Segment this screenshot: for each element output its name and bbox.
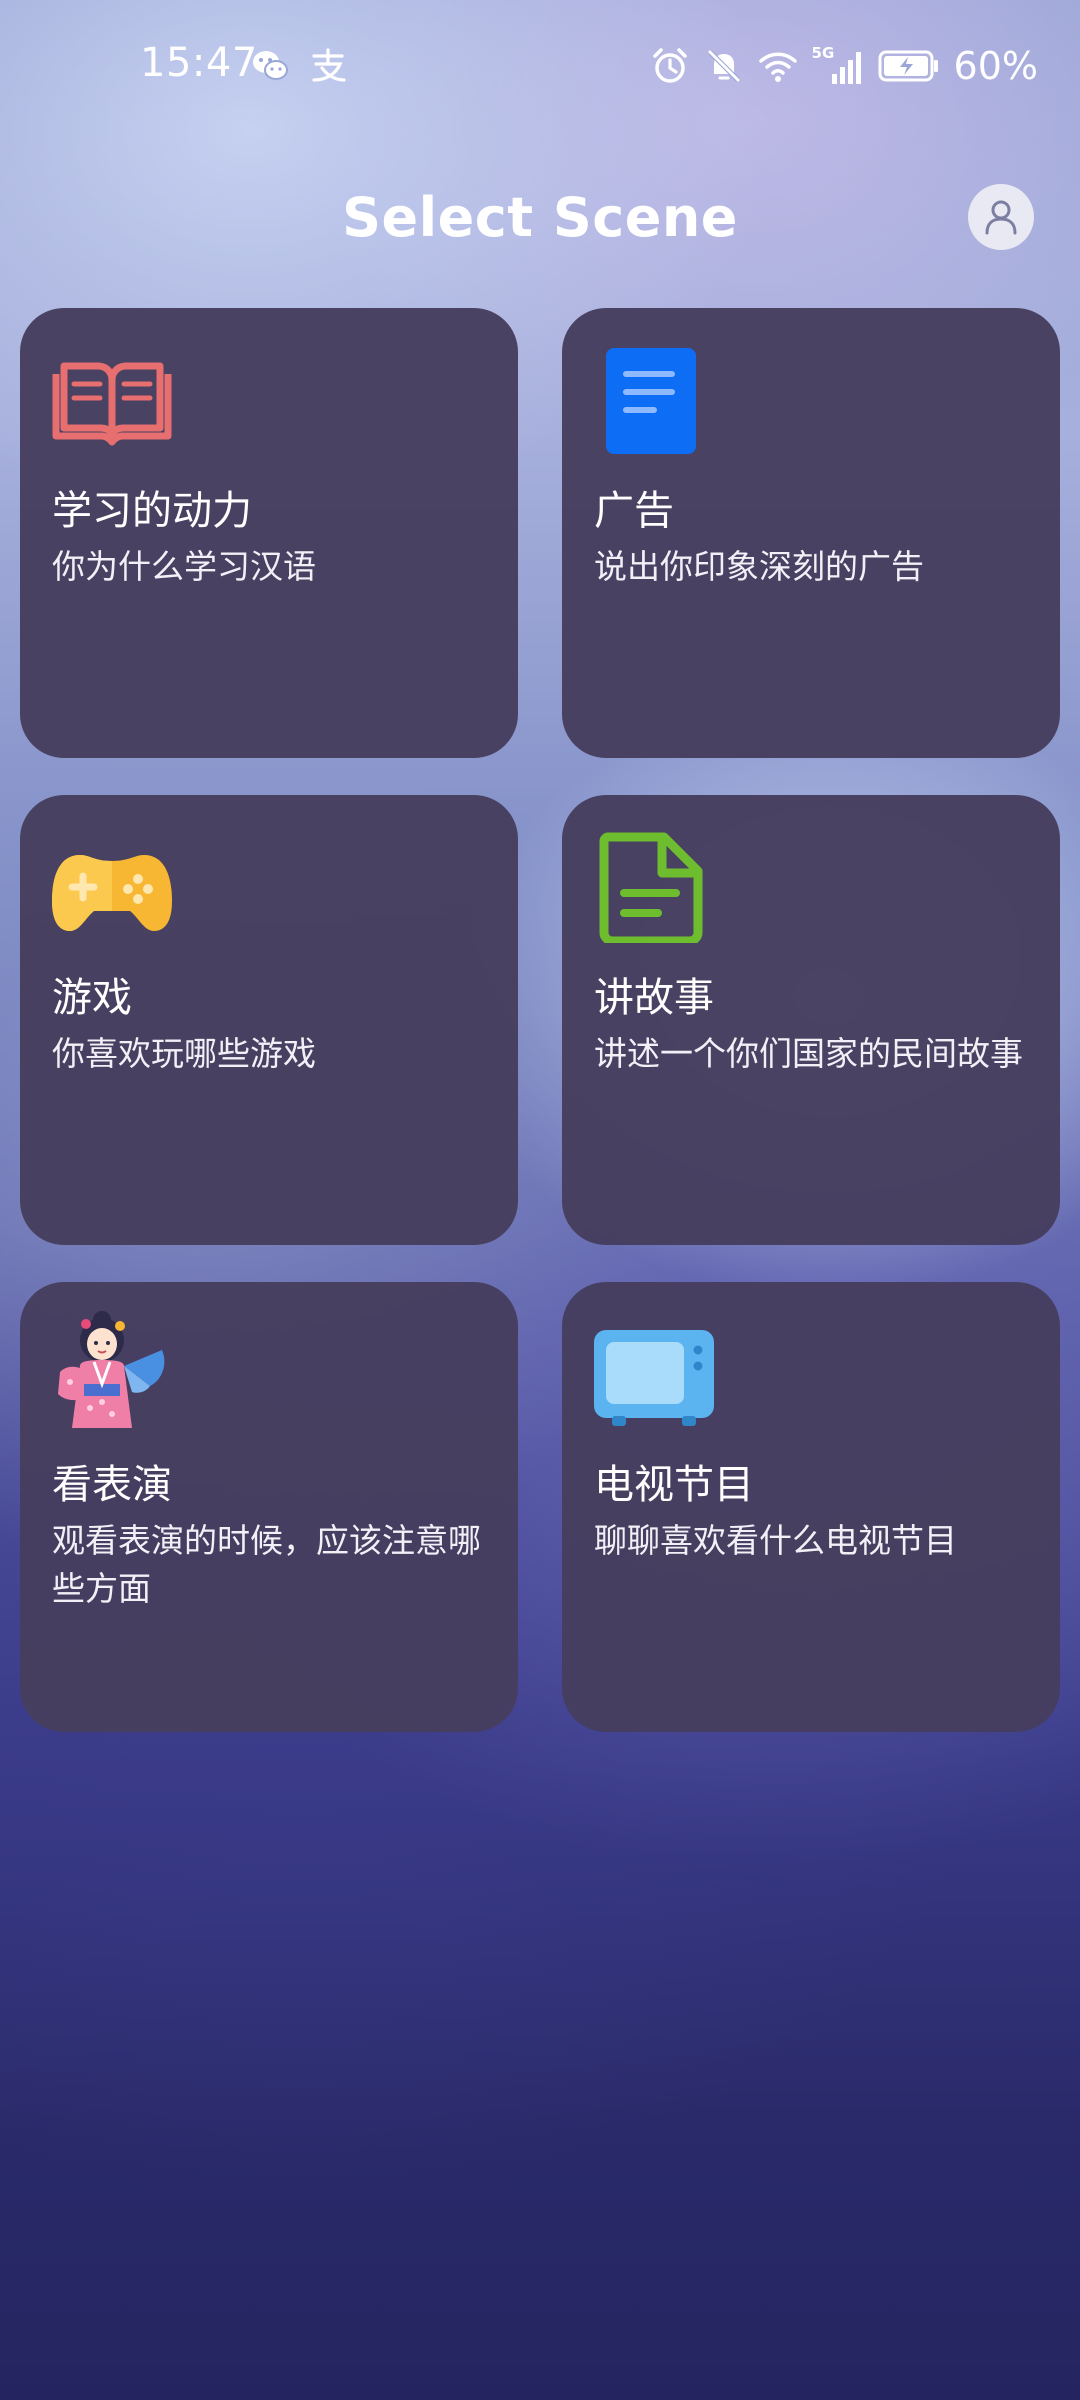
wechat-icon [250,46,290,86]
scene-title: 游戏 [52,975,132,1021]
status-time: 15:47 [140,40,258,86]
battery-charging-icon [878,48,940,84]
scene-title: 广告 [594,488,674,534]
alarm-icon [650,46,690,86]
user-icon [981,197,1021,237]
scene-card-performance[interactable]: 看表演 观看表演的时候，应该注意哪些方面 [20,1282,518,1732]
wifi-icon [758,46,798,86]
tv-icon [592,1318,716,1430]
kimono-performer-icon [50,1310,174,1434]
scene-card-storytelling[interactable]: 讲故事 讲述一个你们国家的民间故事 [562,795,1060,1245]
book-icon [50,344,174,456]
page-title: Select Scene [342,186,738,249]
scene-description: 你为什么学习汉语 [52,547,316,586]
scene-description: 你喜欢玩哪些游戏 [52,1034,316,1073]
status-system-icons: 5G 60% [650,44,1038,88]
network-type-label: 5G [811,44,835,62]
document-icon [604,344,728,456]
scene-card-games[interactable]: 游戏 你喜欢玩哪些游戏 [20,795,518,1245]
scene-card-tv-shows[interactable]: 电视节目 聊聊喜欢看什么电视节目 [562,1282,1060,1732]
scene-title: 学习的动力 [52,488,252,534]
gamepad-icon [50,831,174,943]
scene-title: 看表演 [52,1462,172,1508]
battery-percent: 60% [953,44,1038,88]
scene-card-advertisement[interactable]: 广告 说出你印象深刻的广告 [562,308,1060,758]
file-text-icon [598,831,722,943]
scene-description: 聊聊喜欢看什么电视节目 [594,1521,957,1560]
profile-button[interactable] [968,184,1034,250]
scene-title: 电视节目 [594,1462,754,1508]
status-notification-icons [250,46,348,86]
status-bar: 15:47 5G 60% [0,0,1080,130]
scene-card-motivation[interactable]: 学习的动力 你为什么学习汉语 [20,308,518,758]
scene-description: 观看表演的时候，应该注意哪些方面 [52,1521,481,1608]
5g-signal-icon: 5G [812,46,864,86]
scene-description: 讲述一个你们国家的民间故事 [594,1034,1023,1073]
scene-title: 讲故事 [594,975,714,1021]
scene-description: 说出你印象深刻的广告 [594,547,924,586]
mute-icon [704,46,744,86]
scene-grid: 学习的动力 你为什么学习汉语 广告 说出你印象深刻的广告 游戏 你喜欢玩哪些游戏… [20,308,1060,1732]
alipay-icon [308,46,348,86]
